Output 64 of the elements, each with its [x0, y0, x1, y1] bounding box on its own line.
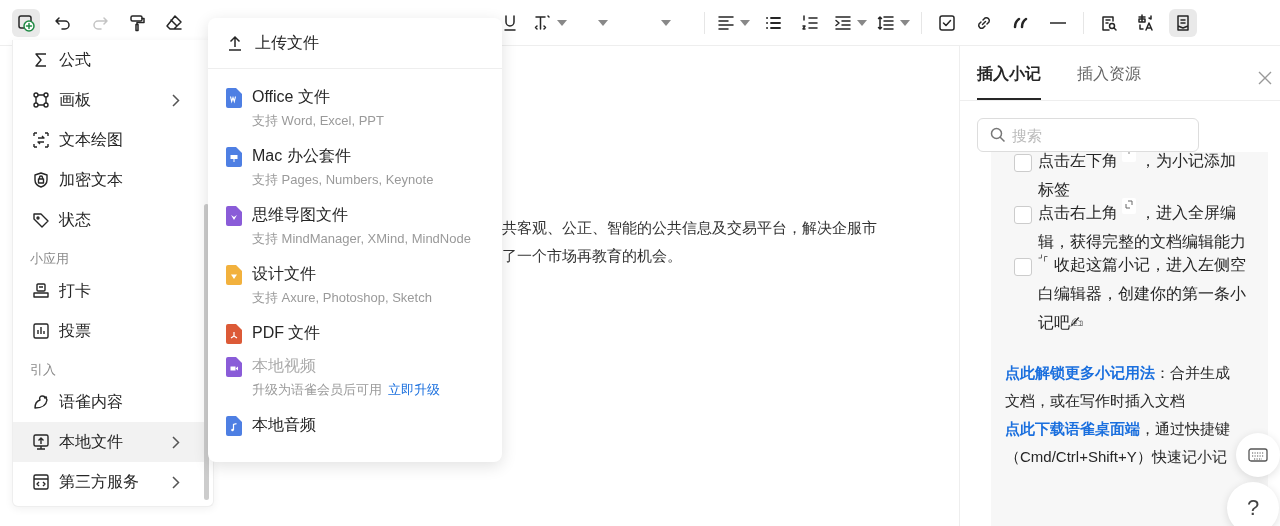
third-party-icon — [32, 473, 50, 491]
menu-item[interactable]: 打卡 — [13, 271, 204, 311]
status-icon — [32, 211, 50, 229]
file-type-label: 思维导图文件 — [252, 205, 349, 225]
menu-item[interactable]: 本地文件 — [13, 422, 204, 462]
checkbox[interactable] — [1014, 206, 1032, 224]
file-type-item[interactable]: PDF 文件 — [208, 315, 502, 348]
menu-item[interactable]: 语雀内容 — [13, 382, 204, 422]
menu-item[interactable]: 公式 — [13, 40, 204, 80]
menu-item[interactable]: 第三方服务 — [13, 462, 204, 502]
menu-item[interactable]: 加密文本 — [13, 160, 204, 200]
encrypted-icon — [32, 171, 50, 189]
file-type-hint: 升级为语雀会员后可用 — [252, 381, 382, 399]
task-text: 收起这篇小记，进入左侧空白编辑器，创建你的第一条小记吧✍ — [1038, 253, 1247, 333]
file-type-item[interactable]: 设计文件 支持 Axure, Photoshop, Sketch — [208, 256, 502, 315]
file-type-hint: 支持 Word, Excel, PPT — [252, 112, 384, 130]
file-type-label: 本地音频 — [252, 415, 317, 435]
file-type-label: 本地视频 — [252, 356, 317, 376]
caret-icon — [740, 19, 750, 26]
menu-item[interactable]: 文本绘图 — [13, 120, 204, 160]
collapse-icon — [1038, 254, 1048, 262]
document-text: 了一个市场再教育的机会。 — [502, 246, 683, 266]
checkin-icon — [32, 282, 50, 300]
section-label: 引入 — [29, 361, 57, 379]
tip-link[interactable]: 点此解锁更多小记用法 — [1005, 364, 1155, 381]
tip-link[interactable]: 点此下载语雀桌面端 — [1005, 420, 1140, 437]
file-type-label: PDF 文件 — [252, 323, 322, 343]
file-type-hint: 支持 MindManager, XMind, MindNode — [252, 230, 471, 248]
file-type-item[interactable]: Office 文件 支持 Word, Excel, PPT — [208, 79, 502, 138]
checkbox[interactable] — [1014, 154, 1032, 172]
caret-icon — [557, 19, 567, 26]
file-type-label: 设计文件 — [252, 264, 317, 284]
panel-tab[interactable]: 插入资源 — [1077, 46, 1141, 100]
help-button[interactable]: ? — [1227, 482, 1279, 526]
file-type-item[interactable]: Mac 办公套件 支持 Pages, Numbers, Keynote — [208, 138, 502, 197]
upload-icon — [227, 35, 243, 51]
keyboard-icon — [1248, 448, 1268, 462]
search-field[interactable]: 搜索 — [977, 118, 1199, 152]
tip-text: 点此下载语雀桌面端，通过快捷键（Cmd/Ctrl+Shift+Y）快速记小记 — [1005, 419, 1231, 467]
file-type-label: Office 文件 — [252, 87, 331, 107]
yuque-icon — [32, 393, 50, 411]
menu-item[interactable]: 投票 — [13, 311, 204, 351]
tip-text: 点此解锁更多小记用法：合并生成文档，或在写作时插入文档 — [1005, 363, 1231, 411]
task-text: 点击右上角 ，进入全屏编辑，获得完整的文档编辑能力 — [1038, 198, 1250, 256]
file-type-label: Mac 办公套件 — [252, 146, 352, 166]
board-icon — [32, 91, 50, 109]
panel-tab[interactable]: 插入小记 — [977, 46, 1041, 100]
document-text: 共客观、公正、智能的公共信息及交易平台，解决企服市 — [502, 218, 878, 238]
caret-icon — [857, 19, 867, 26]
file-type-hint: 支持 Pages, Numbers, Keynote — [252, 171, 434, 189]
section-label: 小应用 — [29, 250, 70, 268]
caret-icon — [900, 19, 910, 26]
close-icon[interactable] — [1258, 71, 1272, 85]
file-type-hint: 支持 Axure, Photoshop, Sketch — [252, 289, 432, 307]
checkbox[interactable] — [1014, 258, 1032, 276]
menu-item[interactable]: 画板 — [13, 80, 204, 120]
text-diagram-icon — [32, 131, 50, 149]
file-type-item[interactable]: 本地音频 — [208, 407, 502, 440]
file-type-item[interactable]: 思维导图文件 支持 MindManager, XMind, MindNode — [208, 197, 502, 256]
local-file-icon — [32, 433, 50, 451]
vote-icon — [32, 322, 50, 340]
menu-item[interactable]: 状态 — [13, 200, 204, 240]
expand-icon — [1122, 198, 1136, 214]
menu-item[interactable]: 上传文件 — [208, 18, 502, 68]
